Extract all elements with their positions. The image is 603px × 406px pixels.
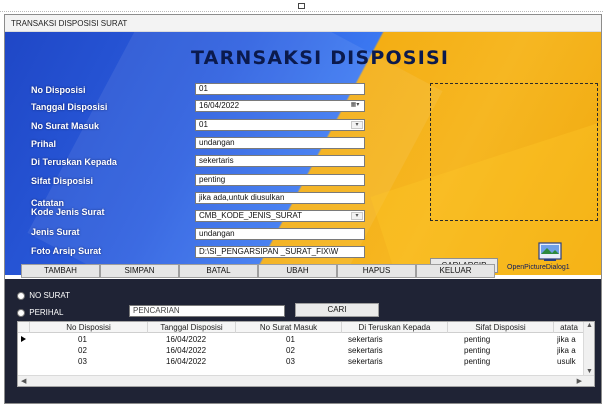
tambah-button[interactable]: TAMBAH [21, 264, 100, 278]
cell: penting [464, 346, 491, 355]
hapus-button[interactable]: HAPUS [337, 264, 416, 278]
label-kode-jenis-surat: Kode Jenis Surat [31, 207, 105, 217]
cell: jika a [557, 346, 576, 355]
scroll-up-icon[interactable]: ▲ [586, 322, 593, 329]
picture-icon[interactable] [538, 242, 562, 262]
cell: 16/04/2022 [166, 346, 207, 355]
label-tanggal-disposisi: Tanggal Disposisi [31, 102, 108, 112]
cell: 01 [286, 335, 295, 344]
radio-perihal-label: PERIHAL [29, 308, 64, 317]
main-window: TRANSAKSI DISPOSISI SURAT TARNSAKSI DISP… [4, 14, 602, 404]
cell: sekertaris [348, 346, 383, 355]
chevron-down-icon[interactable]: ▾ [351, 121, 363, 129]
column-no-disposisi[interactable]: No Disposisi [30, 322, 148, 333]
calendar-icon[interactable]: ▦▾ [347, 102, 363, 110]
kode-jenis-surat-select[interactable]: CMB_KODE_JENIS_SURAT ▾ [195, 210, 365, 222]
cell: sekertaris [348, 335, 383, 344]
chevron-down-icon[interactable]: ▾ [351, 212, 363, 220]
label-perihal: Prihal [31, 139, 57, 149]
row-pointer-icon [21, 336, 26, 342]
sifat-disposisi-input[interactable]: penting [195, 174, 365, 186]
page-title: TARNSAKSI DISPOSISI [191, 47, 450, 69]
table-row[interactable]: 03 16/04/2022 03 sekertaris penting usul… [18, 356, 594, 367]
radio-circle-icon[interactable] [17, 308, 25, 317]
cell: penting [464, 335, 491, 344]
batal-button[interactable]: BATAL [179, 264, 258, 278]
label-sifat-disposisi: Sifat Disposisi [31, 176, 94, 186]
tanggal-disposisi-value: 16/04/2022 [199, 101, 240, 110]
open-picture-dialog-label: OpenPictureDialog1 [507, 264, 570, 271]
no-surat-masuk-value: 01 [199, 120, 208, 129]
scroll-right-icon[interactable]: ▶ [577, 377, 582, 385]
foto-arsip-surat-input[interactable]: D:\SI_PENGARSIPAN _SURAT_FIX\W [195, 246, 365, 258]
column-diteruskan-kepada[interactable]: Di Teruskan Kepada [342, 322, 448, 333]
designer-strip [0, 0, 603, 12]
cari-button[interactable]: CARI [295, 303, 379, 317]
radio-no-surat-label: NO SURAT [29, 291, 70, 300]
table-row[interactable]: 01 16/04/2022 01 sekertaris penting jika… [18, 334, 594, 345]
radio-perihal[interactable]: PERIHAL [17, 308, 63, 317]
diteruskan-kepada-input[interactable]: sekertaris [195, 155, 365, 167]
no-disposisi-input[interactable]: 01 [195, 83, 365, 95]
radio-circle-icon[interactable] [17, 291, 25, 300]
scroll-down-icon[interactable]: ▼ [586, 368, 593, 375]
photo-preview-box [430, 83, 598, 221]
disposisi-grid[interactable]: No Disposisi Tanggal Disposisi No Surat … [17, 321, 595, 387]
scroll-left-icon[interactable]: ◀ [21, 377, 26, 385]
keluar-button[interactable]: KELUAR [416, 264, 495, 278]
tanggal-disposisi-picker[interactable]: 16/04/2022 ▦▾ [195, 100, 365, 112]
radio-no-surat[interactable]: NO SURAT [17, 291, 70, 300]
cell: jika a [557, 335, 576, 344]
cell: penting [464, 357, 491, 366]
column-tanggal-disposisi[interactable]: Tanggal Disposisi [148, 322, 236, 333]
cell: 01 [78, 335, 87, 344]
cell: 16/04/2022 [166, 357, 207, 366]
label-foto-arsip-surat: Foto Arsip Surat [31, 246, 102, 256]
label-diteruskan-kepada: Di Teruskan Kepada [31, 157, 117, 167]
cell: sekertaris [348, 357, 383, 366]
label-jenis-surat: Jenis Surat [31, 227, 80, 237]
grid-header: No Disposisi Tanggal Disposisi No Surat … [18, 322, 594, 333]
jenis-surat-input[interactable]: undangan [195, 228, 365, 240]
cell: usulk [557, 357, 576, 366]
table-row[interactable]: 02 16/04/2022 02 sekertaris penting jika… [18, 345, 594, 356]
horizontal-scrollbar[interactable]: ◀ ▶ [18, 375, 594, 386]
column-sifat-disposisi[interactable]: Sifat Disposisi [448, 322, 554, 333]
label-no-surat-masuk: No Surat Masuk [31, 121, 100, 131]
ubah-button[interactable]: UBAH [258, 264, 337, 278]
search-input[interactable]: PENCARIAN [129, 305, 285, 317]
cell: 16/04/2022 [166, 335, 207, 344]
column-no-surat-masuk[interactable]: No Surat Masuk [236, 322, 342, 333]
catatan-input[interactable]: jika ada,untuk diusulkan [195, 192, 365, 204]
simpan-button[interactable]: SIMPAN [100, 264, 179, 278]
cell: 03 [286, 357, 295, 366]
column-catatan[interactable]: atata [554, 322, 585, 333]
kode-jenis-surat-value: CMB_KODE_JENIS_SURAT [199, 211, 302, 220]
label-no-disposisi: No Disposisi [31, 85, 86, 95]
resize-grip-icon[interactable] [298, 3, 305, 9]
title-bar: TRANSAKSI DISPOSISI SURAT [5, 15, 601, 32]
cell: 03 [78, 357, 87, 366]
no-surat-masuk-select[interactable]: 01 ▾ [195, 119, 365, 131]
window-title: TRANSAKSI DISPOSISI SURAT [11, 19, 128, 28]
cell: 02 [78, 346, 87, 355]
vertical-scrollbar[interactable]: ▲ ▼ [583, 322, 594, 375]
perihal-input[interactable]: undangan [195, 137, 365, 149]
cell: 02 [286, 346, 295, 355]
